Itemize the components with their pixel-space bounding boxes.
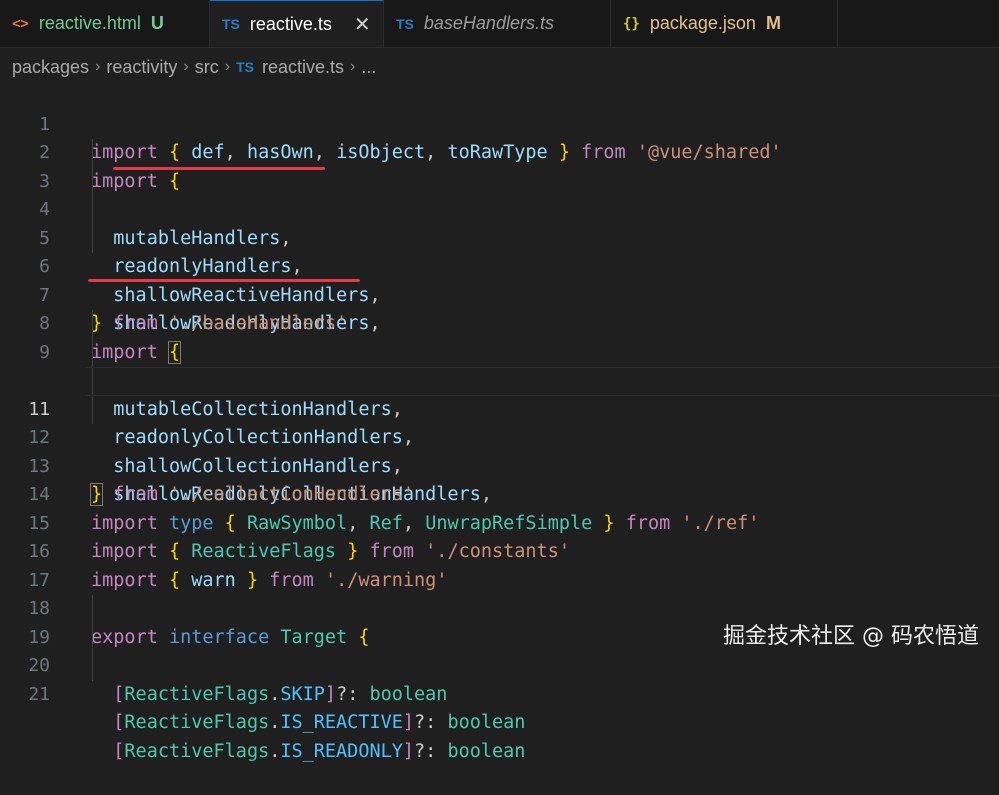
code-line[interactable]: 21 [ReactiveFlags.IS_READONLY]?: boolean — [0, 652, 999, 762]
code-line[interactable]: 15 import { ReactiveFlags } from './cons… — [0, 481, 999, 563]
breadcrumb-src[interactable]: src — [195, 57, 219, 78]
code-line-current[interactable]: 11 shallowCollectionHandlers, — [0, 367, 999, 477]
code-line[interactable]: 12 shallowReadonlyCollectionHandlers, — [0, 395, 999, 505]
line-content: [ReactiveFlags.SKIP]?: boolean — [113, 683, 448, 705]
code-line[interactable]: 18 export interface Target { — [0, 567, 999, 648]
code-line[interactable]: 13 } from './collectionHandlers' — [0, 424, 999, 506]
tab-reactive-html[interactable]: <> reactive.html U — [0, 0, 210, 47]
code-line[interactable]: 8 import { — [0, 282, 999, 364]
watermark: 掘金技术社区 @ 码农悟道 — [723, 624, 979, 649]
chevron-right-icon: › — [183, 58, 189, 75]
breadcrumb-symbols[interactable]: ... — [361, 57, 376, 78]
line-content: [ReactiveFlags.IS_REACTIVE]?: boolean — [113, 712, 526, 733]
code-line[interactable]: 17 — [0, 538, 999, 591]
code-line[interactable]: 4 readonlyHandlers, — [0, 167, 999, 277]
line-number: 21 — [28, 683, 50, 705]
indent-guide — [92, 139, 93, 168]
typescript-file-icon: TS — [236, 59, 254, 75]
code-line[interactable]: 16 import { warn } from './warning' — [0, 510, 999, 591]
indent-guide — [92, 395, 93, 424]
indent-guide — [92, 367, 93, 396]
tab-label: package.json — [649, 13, 756, 33]
chevron-right-icon: › — [95, 58, 101, 75]
indent-guide — [92, 623, 93, 652]
breadcrumb-file[interactable]: reactive.ts — [262, 57, 344, 78]
tab-label: reactive.ts — [249, 13, 332, 34]
modified-badge: M — [765, 13, 781, 33]
chevron-right-icon: › — [224, 58, 231, 75]
tab-package-json[interactable]: {} package.json M — [611, 0, 838, 47]
code-line[interactable]: 6 shallowReadonlyHandlers, — [0, 224, 999, 334]
close-icon[interactable]: ✕ — [354, 12, 371, 37]
tab-label: baseHandlers.ts — [423, 13, 554, 33]
indent-guide — [92, 167, 93, 196]
indent-guide — [92, 652, 93, 681]
html-file-icon: <> — [12, 15, 29, 32]
editor-tab-bar: <> reactive.html U TS reactive.ts ✕ TS b… — [0, 0, 999, 48]
code-line[interactable]: 2 import { — [0, 111, 999, 192]
untracked-badge: U — [150, 13, 164, 33]
indent-guide — [92, 196, 93, 225]
code-line[interactable]: 7 } from './baseHandlers' — [0, 253, 999, 335]
indent-guide — [92, 224, 93, 253]
breadcrumb-packages[interactable]: packages — [12, 57, 89, 78]
breadcrumb-reactivity[interactable]: reactivity — [106, 57, 177, 78]
tab-label: reactive.html — [38, 13, 141, 33]
json-file-icon: {} — [623, 15, 640, 32]
code-line[interactable]: 10 readonlyCollectionHandlers, — [0, 338, 999, 448]
indent-guide — [92, 310, 93, 339]
line-content: [ReactiveFlags.IS_READONLY]?: boolean — [113, 740, 526, 762]
typescript-file-icon: TS — [396, 15, 414, 32]
annotation-underline — [88, 279, 360, 282]
code-line[interactable]: 3 mutableHandlers, — [0, 139, 999, 249]
code-line[interactable]: 14 import type { RawSymbol, Ref, UnwrapR… — [0, 453, 999, 534]
code-line[interactable]: 1 import { def, hasOwn, isObject, toRawT… — [0, 82, 999, 164]
tab-reactive-ts[interactable]: TS reactive.ts ✕ — [210, 0, 384, 47]
breadcrumb: packages › reactivity › src › TS reactiv… — [0, 48, 999, 86]
code-line[interactable]: 5 shallowReactiveHandlers, — [0, 196, 999, 306]
tab-basehandlers-ts[interactable]: TS baseHandlers.ts — [384, 0, 611, 47]
indent-guide — [92, 338, 93, 367]
tab-bar-empty-space — [838, 0, 999, 47]
code-line[interactable]: 9 mutableCollectionHandlers, — [0, 310, 999, 420]
indent-guide — [92, 595, 93, 624]
chevron-right-icon: › — [349, 58, 356, 75]
typescript-file-icon: TS — [222, 16, 240, 32]
annotation-underline — [113, 167, 325, 170]
